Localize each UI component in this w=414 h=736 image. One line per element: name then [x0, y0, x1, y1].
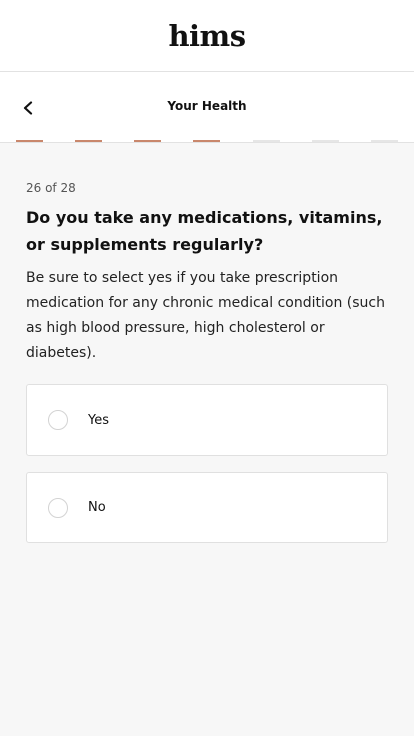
option-no[interactable]: No — [26, 472, 388, 543]
question-title: Do you take any medications, vitamins, o… — [26, 208, 383, 254]
option-label: No — [88, 500, 106, 515]
section-title: Your Health — [167, 99, 247, 113]
question-content: 26 of 28 Do you take any medications, vi… — [0, 143, 414, 543]
questionnaire-nav: Your Health — [0, 72, 414, 143]
progress-bar — [16, 140, 398, 142]
progress-segment — [75, 140, 103, 142]
progress-segment — [134, 140, 162, 142]
progress-segment — [193, 140, 221, 142]
radio-button-icon[interactable] — [48, 410, 68, 430]
hims-logo: hims — [168, 18, 246, 53]
step-counter: 26 of 28 — [26, 181, 76, 195]
progress-segment — [370, 140, 398, 142]
progress-segment — [252, 140, 280, 142]
progress-segment — [16, 140, 43, 142]
option-label: Yes — [88, 412, 109, 428]
brand-header: hims — [0, 0, 414, 72]
question-helper-text: Be sure to select yes if you take prescr… — [26, 270, 385, 361]
radio-button-icon[interactable] — [48, 497, 68, 518]
progress-segment — [311, 140, 339, 142]
option-yes[interactable]: Yes — [26, 384, 388, 456]
